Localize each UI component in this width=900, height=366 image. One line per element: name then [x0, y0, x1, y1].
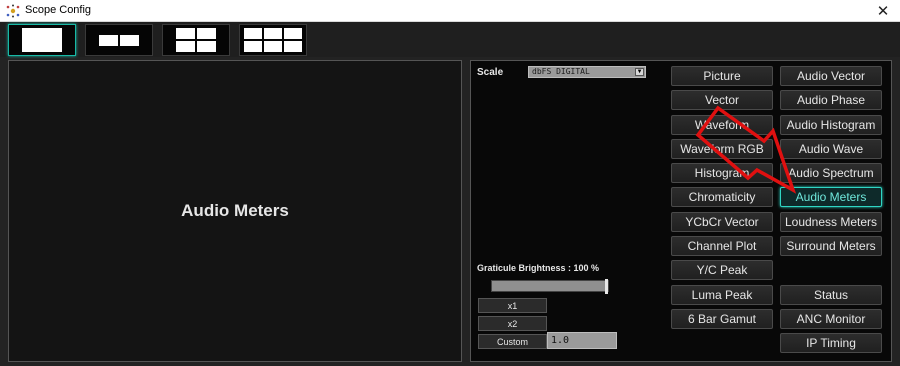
scale-dropdown-value: dbFS DIGITAL — [532, 67, 590, 76]
scope-button-waveform-rgb[interactable]: Waveform RGB — [671, 139, 773, 159]
scope-button-audio-phase[interactable]: Audio Phase — [780, 90, 882, 110]
zoom-x1-button[interactable]: x1 — [478, 298, 547, 313]
scope-button-status[interactable]: Status — [780, 285, 882, 305]
brightness-slider-fill — [492, 281, 608, 291]
layout-four-button[interactable] — [162, 24, 230, 56]
scope-button-yc-peak[interactable]: Y/C Peak — [671, 260, 773, 280]
scope-button-loudness-meters[interactable]: Loudness Meters — [780, 212, 882, 232]
custom-zoom-input[interactable]: 1.0 — [547, 332, 617, 349]
graticule-brightness-slider[interactable] — [491, 279, 609, 294]
scope-preview-pane[interactable]: Audio Meters — [8, 60, 462, 362]
close-icon: ✕ — [876, 2, 890, 20]
close-button[interactable]: ✕ — [866, 0, 900, 22]
brightness-slider-thumb[interactable] — [605, 279, 608, 294]
scope-button-ycbcr-vector[interactable]: YCbCr Vector — [671, 212, 773, 232]
layout-six-button[interactable] — [239, 24, 307, 56]
scope-button-audio-meters[interactable]: Audio Meters — [780, 187, 882, 207]
layout-single-icon — [22, 28, 62, 52]
preview-scope-label: Audio Meters — [181, 201, 289, 220]
scope-button-picture[interactable]: Picture — [671, 66, 773, 86]
scope-button-waveform[interactable]: Waveform — [671, 115, 773, 135]
layout-four-icon — [176, 28, 216, 52]
scope-button-surround-meters[interactable]: Surround Meters — [780, 236, 882, 256]
scope-button-audio-histogram[interactable]: Audio Histogram — [780, 115, 882, 135]
scope-button-anc-monitor[interactable]: ANC Monitor — [780, 309, 882, 329]
layout-two-icon — [99, 34, 139, 46]
scope-button-audio-vector[interactable]: Audio Vector — [780, 66, 882, 86]
layout-single-button[interactable] — [8, 24, 76, 56]
app-logo-icon — [6, 4, 20, 18]
scope-button-histogram[interactable]: Histogram — [671, 163, 773, 183]
scope-button-6-bar-gamut[interactable]: 6 Bar Gamut — [671, 309, 773, 329]
window-title: Scope Config — [25, 4, 92, 16]
chevron-down-icon[interactable]: ▼ — [635, 68, 644, 76]
graticule-brightness-label: Graticule Brightness : 100 % — [477, 263, 600, 273]
scope-settings-panel: Scale dbFS DIGITAL ▼ Graticule Brightnes… — [470, 60, 892, 362]
scope-button-vector[interactable]: Vector — [671, 90, 773, 110]
title-bar: Scope Config ✕ — [0, 0, 900, 22]
scope-button-ip-timing[interactable]: IP Timing — [780, 333, 882, 353]
zoom-custom-button[interactable]: Custom — [478, 334, 547, 349]
scope-button-audio-wave[interactable]: Audio Wave — [780, 139, 882, 159]
layout-two-button[interactable] — [85, 24, 153, 56]
scale-dropdown[interactable]: dbFS DIGITAL ▼ — [528, 66, 646, 78]
scale-label: Scale — [477, 67, 504, 78]
scope-config-window: Scope Config ✕ Audio Meters Scale dbFS D… — [0, 0, 900, 366]
scope-button-chromaticity[interactable]: Chromaticity — [671, 187, 773, 207]
layout-selector — [0, 22, 900, 57]
scope-button-luma-peak[interactable]: Luma Peak — [671, 285, 773, 305]
zoom-x2-button[interactable]: x2 — [478, 316, 547, 331]
scope-button-channel-plot[interactable]: Channel Plot — [671, 236, 773, 256]
layout-six-icon — [244, 28, 302, 52]
scope-button-audio-spectrum[interactable]: Audio Spectrum — [780, 163, 882, 183]
